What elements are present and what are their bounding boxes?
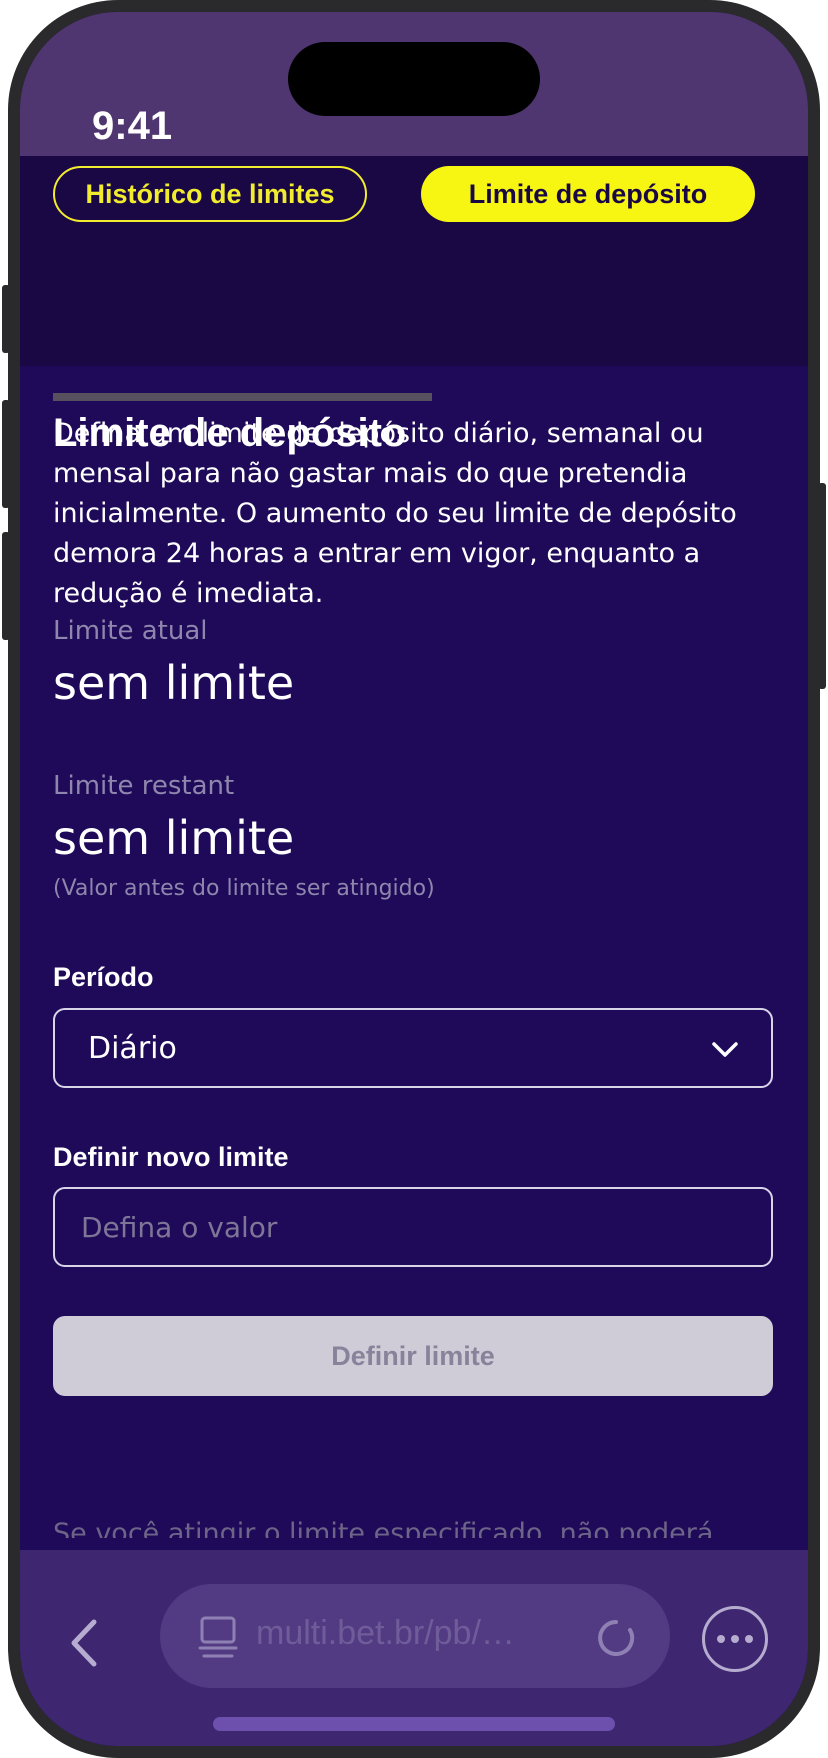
url-field[interactable]: multi.bet.br/pb/… (160, 1584, 670, 1688)
tab-deposit-limit[interactable]: Limite de depósito (421, 166, 755, 222)
description-text: Defina um limite de depósito diário, sem… (53, 418, 737, 609)
screen: 9:41 Histórico de limites Limite de depó… (20, 12, 808, 1746)
period-label: Período (53, 962, 154, 992)
remaining-limit-value: sem limite (53, 811, 295, 865)
set-limit-button[interactable]: Definir limite (53, 1316, 773, 1396)
more-button[interactable] (702, 1606, 768, 1672)
remaining-limit-note: (Valor antes do limite ser atingido) (53, 876, 435, 901)
period-select[interactable]: Diário (53, 1008, 773, 1088)
url-text: multi.bet.br/pb/… (256, 1614, 515, 1652)
status-bar: 9:41 (20, 12, 808, 156)
laptop-icon (198, 1616, 238, 1658)
tab-underline (53, 393, 432, 401)
current-limit-value: sem limite (53, 656, 295, 710)
more-icon (717, 1635, 725, 1643)
footer-info-text: Se você atingir o limite especificado, n… (53, 1518, 714, 1538)
chevron-down-icon (712, 1042, 738, 1057)
current-limit-label: Limite atual (53, 616, 208, 646)
status-time: 9:41 (92, 104, 173, 148)
new-limit-label: Definir novo limite (53, 1142, 289, 1172)
limits-header: Histórico de limites Limite de depósito … (20, 156, 808, 455)
tab-history-limits[interactable]: Histórico de limites (53, 166, 367, 222)
home-indicator (213, 1717, 615, 1731)
browser-toolbar: multi.bet.br/pb/… (20, 1550, 808, 1746)
new-limit-input[interactable] (53, 1187, 773, 1267)
dynamic-island (288, 42, 540, 116)
back-icon[interactable] (58, 1608, 108, 1678)
remaining-limit-label: Limite restant (53, 771, 235, 801)
period-selected-value: Diário (88, 1030, 177, 1066)
reload-icon[interactable] (596, 1618, 636, 1658)
